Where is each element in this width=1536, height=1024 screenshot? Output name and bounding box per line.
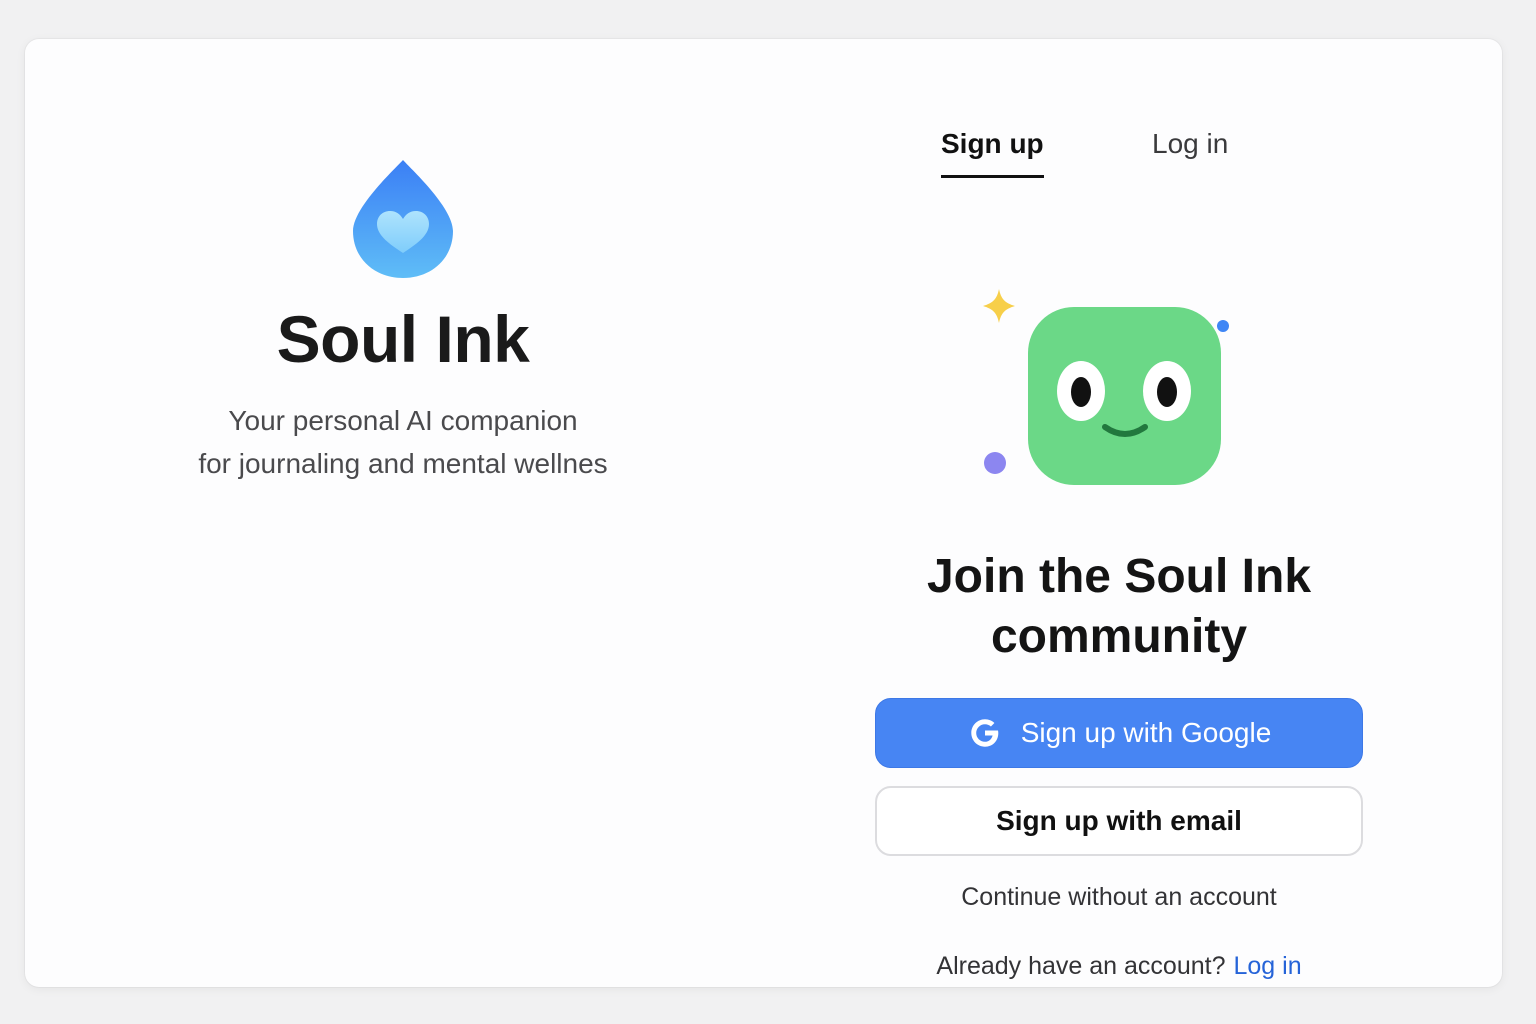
tab-log-in[interactable]: Log in xyxy=(1152,125,1228,175)
blue-dot-icon xyxy=(1217,320,1229,332)
smiling-green-square-mascot-icon xyxy=(1028,307,1221,485)
tagline-line-1: Your personal AI companion xyxy=(228,405,578,436)
email-button-label: Sign up with email xyxy=(996,805,1242,836)
auth-tabs: Sign up Log in xyxy=(915,125,1275,179)
mascot-illustration xyxy=(983,289,1229,485)
sparkle-icon xyxy=(983,289,1015,323)
water-drop-heart-icon xyxy=(353,160,453,278)
sign-up-with-email-button[interactable]: Sign up with email xyxy=(875,786,1363,856)
sign-up-with-google-button[interactable]: Sign up with Google xyxy=(875,698,1363,768)
headline-line-2: community xyxy=(990,610,1248,663)
brand-panel: Soul Ink Your personal AI companion for … xyxy=(153,157,653,485)
google-g-icon xyxy=(970,719,998,747)
tagline-line-2: for journaling and mental wellnes xyxy=(198,448,608,479)
log-in-link[interactable]: Log in xyxy=(1233,952,1301,980)
auth-card: Soul Ink Your personal AI companion for … xyxy=(25,39,1502,987)
google-button-label: Sign up with Google xyxy=(1020,717,1272,748)
continue-without-account-link[interactable]: Continue without an account xyxy=(875,879,1363,915)
tab-sign-up[interactable]: Sign up xyxy=(941,125,1044,178)
headline-line-1: Join the Soul Ink xyxy=(926,550,1312,603)
purple-dot-icon xyxy=(984,452,1006,474)
already-have-account: Already have an account? Log in xyxy=(875,948,1363,984)
signup-headline: Join the Soul Ink community xyxy=(875,547,1363,667)
tagline: Your personal AI companion for journalin… xyxy=(153,399,653,485)
app-name: Soul Ink xyxy=(276,302,530,376)
already-have-account-text: Already have an account? xyxy=(936,952,1226,980)
